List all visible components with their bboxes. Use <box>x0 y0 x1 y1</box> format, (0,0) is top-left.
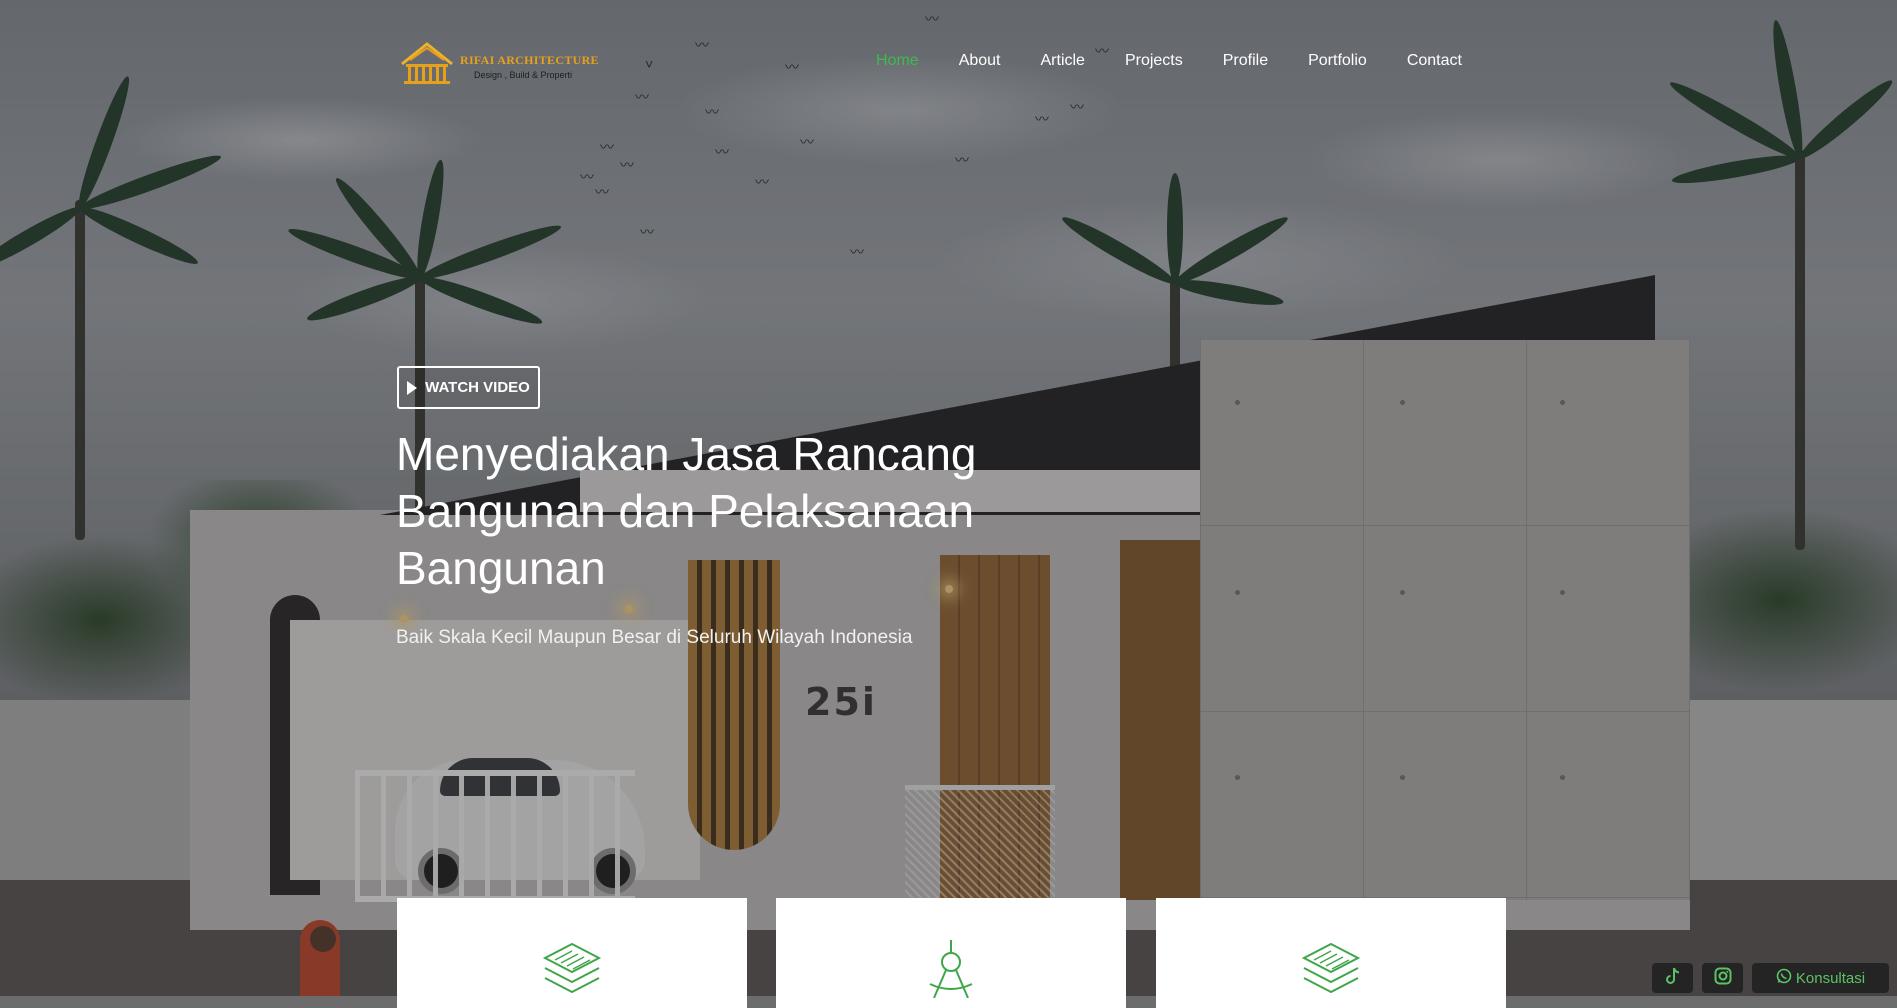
nav-home[interactable]: Home <box>876 52 919 70</box>
whatsapp-label: Konsultasi <box>1795 969 1866 987</box>
instagram-icon <box>1714 967 1732 989</box>
site-logo[interactable]: RIFAI ARCHITECTURE Design , Build & Prop… <box>398 38 599 86</box>
logo-brand-name: RIFAI ARCHITECTURE <box>460 53 599 67</box>
nav-projects[interactable]: Projects <box>1125 52 1183 70</box>
service-card[interactable] <box>776 898 1126 1008</box>
nav-contact[interactable]: Contact <box>1407 52 1462 70</box>
nav-article[interactable]: Article <box>1041 52 1085 70</box>
layers-icon <box>541 940 603 1003</box>
nav-portfolio[interactable]: Portfolio <box>1308 52 1367 70</box>
hero-subheadline: Baik Skala Kecil Maupun Besar di Seluruh… <box>396 627 913 648</box>
main-navigation: Home About Article Projects Profile Port… <box>876 52 1502 70</box>
instagram-button[interactable] <box>1702 963 1743 993</box>
layers-icon <box>1300 940 1362 1003</box>
whatsapp-consult-button[interactable]: Konsultasi <box>1752 963 1889 993</box>
service-card[interactable] <box>1156 898 1506 1008</box>
floating-social-bar: Konsultasi <box>1652 963 1889 993</box>
nav-about[interactable]: About <box>959 52 1001 70</box>
tiktok-icon <box>1665 967 1681 989</box>
logo-house-icon <box>398 38 456 86</box>
service-card[interactable] <box>397 898 747 1008</box>
tiktok-button[interactable] <box>1652 963 1693 993</box>
logo-text: RIFAI ARCHITECTURE Design , Build & Prop… <box>460 53 599 80</box>
hero-headline: Menyediakan Jasa Rancang Bangunan dan Pe… <box>396 428 977 594</box>
watch-video-label: WATCH VIDEO <box>425 379 530 396</box>
whatsapp-icon <box>1776 968 1792 988</box>
watch-video-button[interactable]: WATCH VIDEO <box>397 366 540 409</box>
logo-tagline: Design , Build & Properti <box>474 70 573 80</box>
play-icon <box>407 380 418 395</box>
nav-profile[interactable]: Profile <box>1223 52 1268 70</box>
compass-drafting-icon <box>926 940 976 1003</box>
